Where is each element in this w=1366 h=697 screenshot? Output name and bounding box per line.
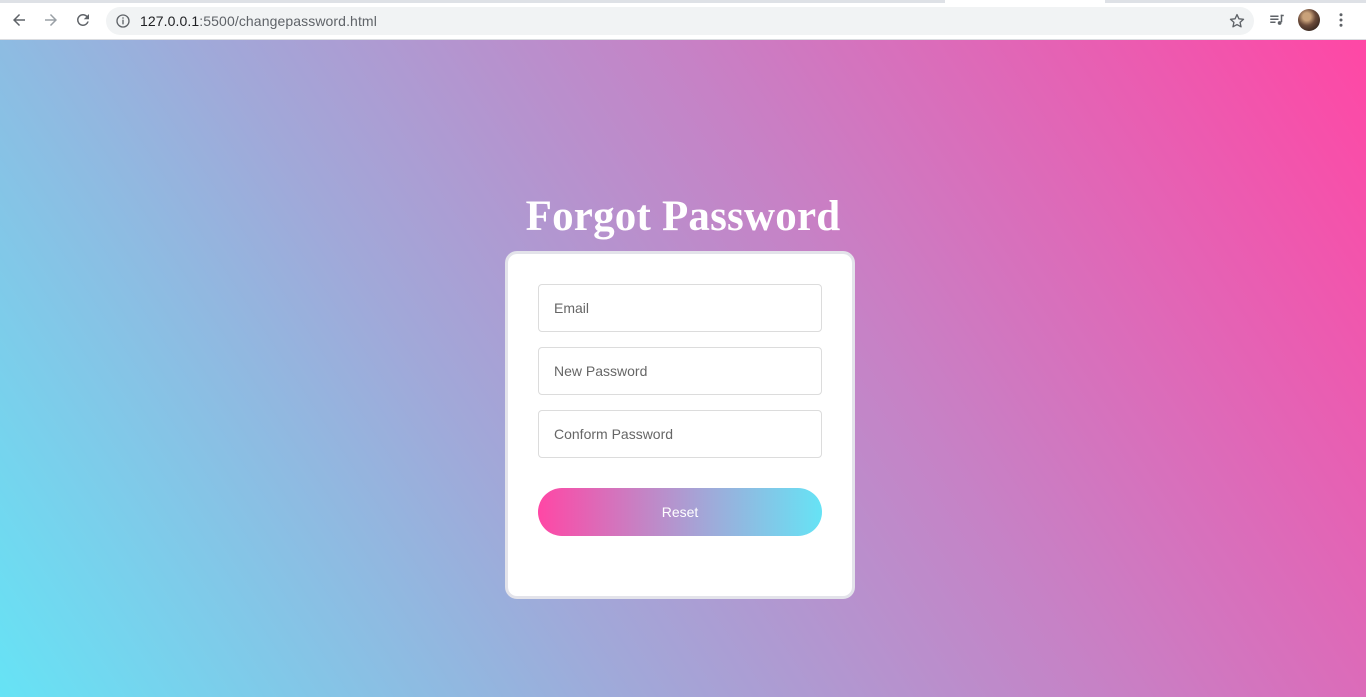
back-button[interactable] — [8, 9, 30, 31]
tab-strip — [0, 0, 1366, 3]
new-password-field[interactable] — [539, 348, 821, 394]
reload-icon — [76, 13, 89, 26]
info-icon[interactable] — [115, 13, 131, 29]
playlist-icon — [1270, 14, 1284, 25]
reset-button[interactable]: Reset — [538, 488, 822, 536]
reload-button[interactable] — [72, 9, 94, 31]
media-control-button[interactable] — [1266, 9, 1288, 31]
email-field-wrapper — [538, 284, 822, 332]
forward-icon — [45, 14, 57, 26]
email-field[interactable] — [539, 285, 821, 331]
address-bar[interactable]: 127.0.0.1:5500/changepassword.html — [106, 7, 1254, 35]
browser-toolbar: 127.0.0.1:5500/changepassword.html — [0, 0, 1366, 40]
url-path: :5500/changepassword.html — [199, 13, 377, 29]
page-background: Forgot Password Reset — [0, 40, 1366, 697]
active-tab-edge[interactable] — [945, 0, 1105, 3]
forward-button[interactable] — [40, 9, 62, 31]
confirm-password-field-wrapper — [538, 410, 822, 458]
confirm-password-field[interactable] — [539, 411, 821, 457]
new-password-field-wrapper — [538, 347, 822, 395]
menu-button[interactable] — [1330, 9, 1352, 31]
url-host: 127.0.0.1 — [140, 13, 200, 29]
forgot-password-card: Reset — [505, 251, 855, 599]
star-icon[interactable] — [1228, 12, 1246, 30]
profile-avatar[interactable] — [1298, 9, 1320, 31]
page-title: Forgot Password — [525, 193, 841, 240]
back-icon — [13, 14, 25, 26]
url-text[interactable]: 127.0.0.1:5500/changepassword.html — [140, 13, 377, 29]
more-vert-icon — [1339, 13, 1343, 27]
